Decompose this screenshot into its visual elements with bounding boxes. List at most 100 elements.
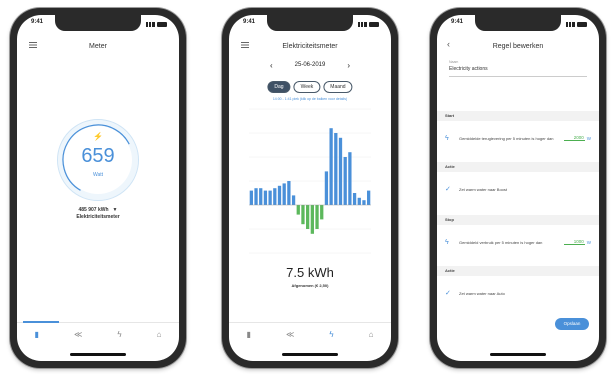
start-condition-row[interactable]: ϟ Gemiddelde teruglevering per 5 minuten… [445,123,591,153]
home-indicator [490,353,546,356]
flash-icon: ⚡ [93,132,103,141]
gauge-value: 659 [81,145,115,167]
chart-bar[interactable] [282,183,286,205]
screen-chart: 9:41 Elektriciteitsmeter ‹ 25-06-2019 › … [229,15,391,361]
threshold-input[interactable]: 2000 [563,135,585,141]
back-icon[interactable]: ‹ [447,39,450,49]
chart-bar[interactable] [259,188,263,205]
seg-month[interactable]: Maand [323,81,353,93]
chart-bar[interactable] [277,185,282,205]
chart-bar[interactable] [254,188,258,205]
active-tab-indicator [23,321,59,323]
section-actie: Actie [437,162,599,172]
bulb-icon[interactable]: ▮ [247,330,251,339]
menu-icon[interactable] [29,42,37,48]
top-bar: Elektriciteitsmeter [229,35,391,57]
kwh-subtitle: Afgenomen (€ 2,50) [291,283,329,288]
section-actie: Actie [437,266,599,276]
chart-bar[interactable] [343,157,347,205]
gauge-unit: Watt [92,172,104,178]
chart-bar[interactable] [249,190,253,205]
page-title: Meter [89,42,107,50]
chart-icon[interactable]: ≪ [74,330,82,339]
section-start: Start [437,111,599,121]
section-stop: Stop [437,215,599,225]
bulb-icon[interactable]: ▮ [35,330,39,339]
battery-icon [577,21,587,27]
chart-bar[interactable] [315,205,319,229]
top-bar: Meter [17,35,179,57]
chart-bar[interactable] [334,133,338,205]
chevron-down-icon: ▼ [112,207,118,213]
chart-bar[interactable] [296,205,300,215]
chart-bar[interactable] [338,137,343,205]
chart-bar[interactable] [357,197,361,205]
chart-bar[interactable] [352,193,357,205]
flash-icon[interactable]: ϟ [329,330,333,339]
status-time: 9:41 [243,19,256,25]
home-indicator [70,353,126,356]
screen-meter: 9:41 Meter ⚡ 659 Watt 485 907 kWh ▼ Elekt… [17,15,179,361]
status-time: 9:41 [31,19,44,25]
phone-chart: 9:41 Elektriciteitsmeter ‹ 25-06-2019 › … [222,8,398,368]
date-label: 25-06-2019 [294,62,326,68]
stop-condition-row[interactable]: ϟ Gemiddeld verbruik per 5 minuten is ho… [445,227,591,257]
chart-bar[interactable] [320,205,324,220]
kwh-total: 7.5 kWh [286,265,334,280]
chart-bar[interactable] [329,128,333,205]
chart-bar[interactable] [362,200,366,205]
chart-bar[interactable] [291,195,296,205]
home-indicator [282,353,338,356]
check-icon: ✓ [445,290,451,297]
condition-text: Gemiddeld verbruik per 5 minuten is hoge… [459,239,543,245]
tab-bar: ▮ ≪ ϟ ⌂ [229,322,391,345]
power-gauge: ⚡ 659 Watt [57,119,139,201]
chart-icon[interactable]: ≪ [286,330,294,339]
check-icon: ✓ [445,186,451,193]
chart-bar[interactable] [348,152,352,205]
chevron-right-icon[interactable]: › [347,61,350,70]
flash-icon: ϟ [445,134,449,142]
action-row[interactable]: ✓ Zet warm water naar Boost [445,174,591,204]
status-time: 9:41 [451,19,464,25]
notch [55,15,141,31]
chart-bar[interactable] [367,190,371,205]
top-bar: ‹ Regel bewerken [437,35,599,57]
date-navigator: ‹ 25-06-2019 › [229,57,391,73]
chart-bar[interactable] [306,205,310,229]
condition-text: Gemiddelde teruglevering per 5 minuten i… [459,135,554,141]
meter-selector[interactable]: 485 907 kWh ▼ Elektriciteitsmeter [17,207,179,221]
signal-icon [358,21,367,27]
chart-bar[interactable] [268,190,272,205]
meter-name: Elektriciteitsmeter [76,214,120,220]
action-text: Zet warm water naar Auto [459,290,505,296]
chart-note: 14:00 - 1:41 piek (klik op de balken voo… [272,97,348,101]
settings-icon[interactable]: ⌂ [157,330,162,339]
settings-icon[interactable]: ⌂ [369,330,374,339]
phone-rule: 9:41 ‹ Regel bewerken Naam Electricity a… [430,8,606,368]
seg-day[interactable]: Dag [267,81,291,93]
flash-icon: ϟ [445,238,449,246]
chart-bar[interactable] [263,190,268,205]
chart-bar[interactable] [301,205,305,225]
chart-bar[interactable] [324,171,329,205]
chart-bar[interactable] [310,205,314,234]
field-label: Naam [449,60,459,64]
action-row[interactable]: ✓ Zet warm water naar Auto [445,278,591,308]
rule-name-field[interactable]: Naam Electricity actions [449,60,587,77]
chevron-left-icon[interactable]: ‹ [270,61,273,70]
save-button[interactable]: Opslaan [555,318,589,330]
tab-bar: ▮ ≪ ϟ ⌂ [17,321,179,345]
threshold-unit: W [586,135,591,141]
meter-reading: 485 907 kWh [78,207,109,213]
chart-bar[interactable] [287,181,291,205]
menu-icon[interactable] [241,42,249,48]
chart-bar[interactable] [273,188,277,205]
phone-meter: 9:41 Meter ⚡ 659 Watt 485 907 kWh ▼ Elekt… [10,8,186,368]
battery-icon [157,21,167,27]
battery-icon [369,21,379,27]
seg-week[interactable]: Week [293,81,321,93]
threshold-input[interactable]: 1000 [563,239,585,245]
signal-icon [146,21,155,27]
flash-icon[interactable]: ϟ [117,330,121,339]
